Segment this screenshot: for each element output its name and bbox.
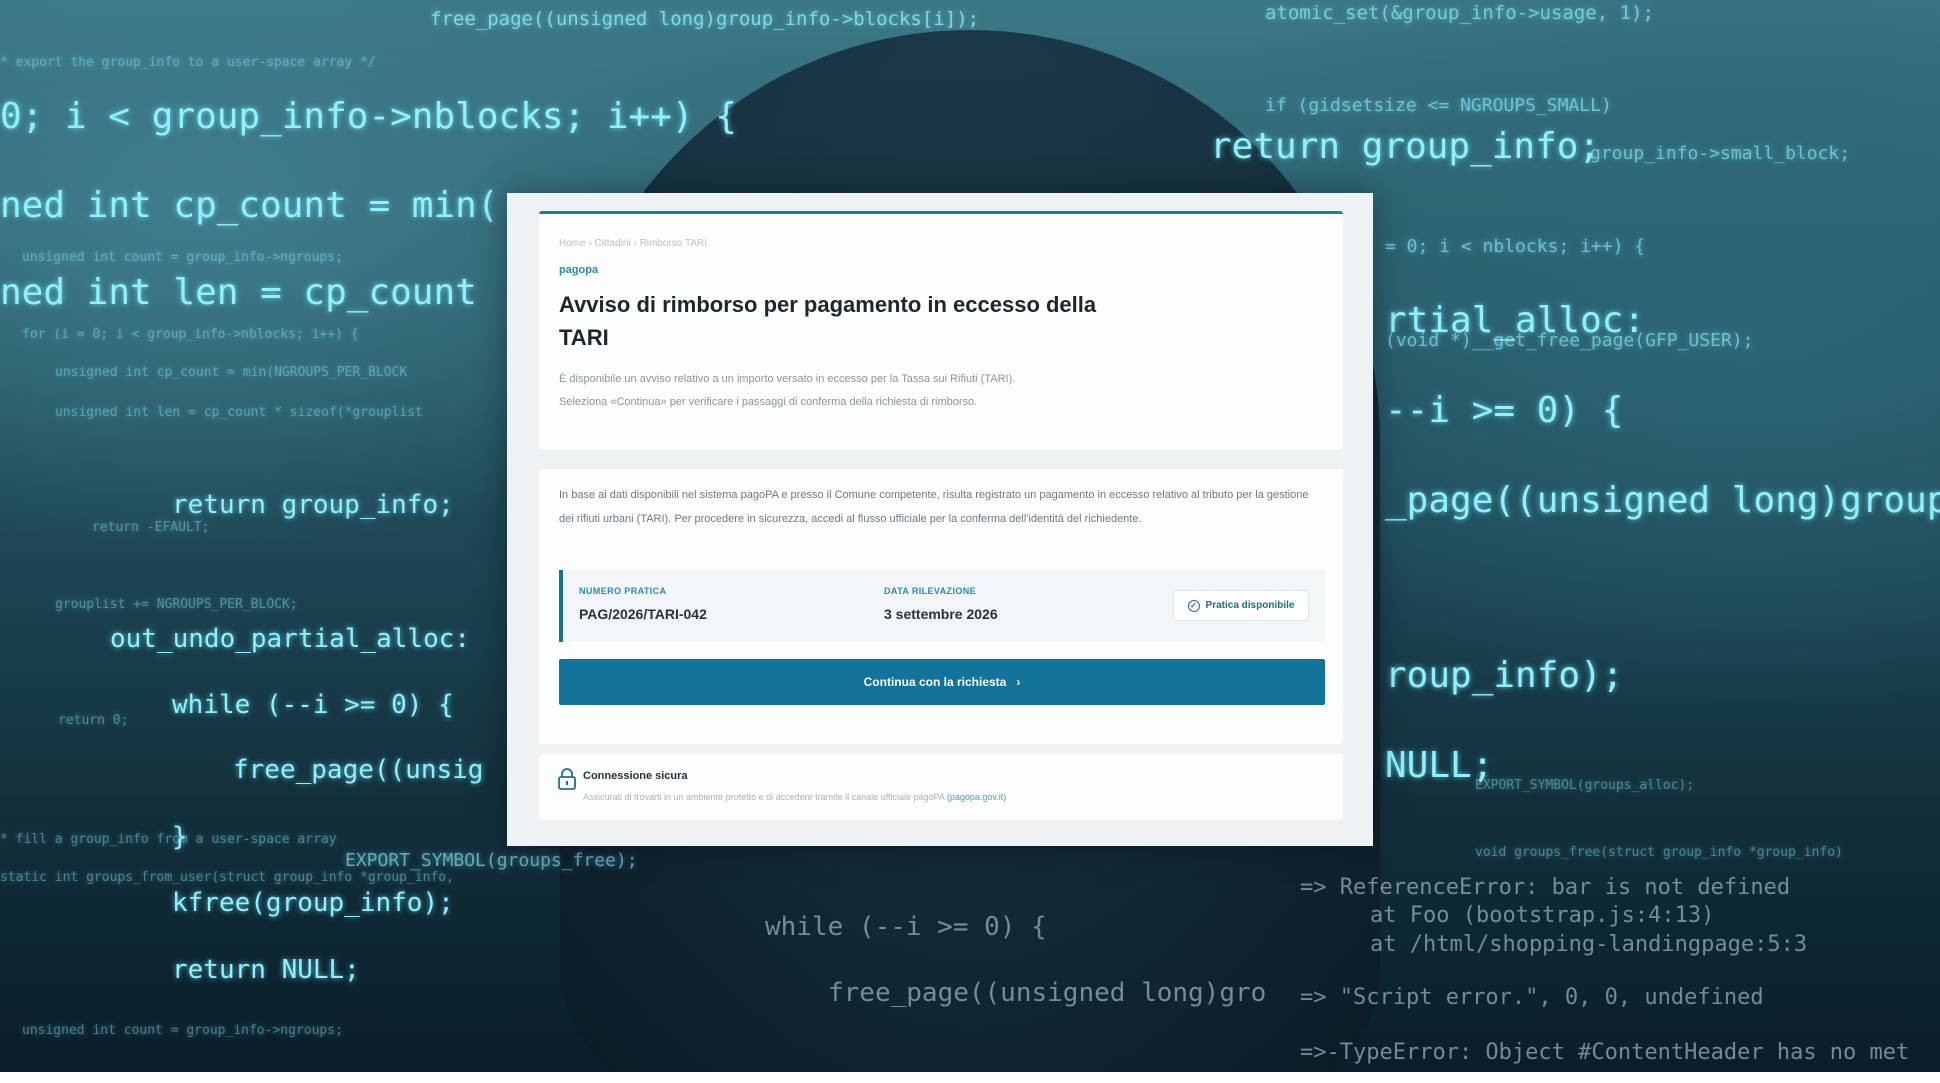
- intro-text: È disponibile un avviso relativo a un im…: [559, 373, 1016, 408]
- continue-button-label: Continua con la richiesta: [863, 675, 1007, 689]
- practice-number-label: NUMERO PRATICA: [579, 586, 667, 596]
- practice-info-box: NUMERO PRATICA PAG/2026/TARI-042 DATA RI…: [559, 570, 1325, 642]
- secure-connection-text: Assicurati di trovarti in un ambiente pr…: [583, 792, 1006, 802]
- page-title: Avviso di rimborso per pagamento in ecce…: [559, 292, 1097, 350]
- code-line: return NULL;: [172, 955, 360, 985]
- code-line: * export the group_info to a user-space …: [0, 55, 376, 70]
- detection-date-label: DATA RILEVAZIONE: [884, 586, 977, 596]
- code-line: roup_info);: [1385, 655, 1624, 696]
- code-line: void groups_free(struct group_info *grou…: [1475, 845, 1843, 860]
- practice-number: PAG/2026/TARI-042: [579, 606, 707, 622]
- code-line: 0; i < group_info->nblocks; i++) {: [0, 96, 737, 137]
- code-line: ned int cp_count = min(: [0, 185, 499, 226]
- code-line: ned int len = cp_count: [0, 272, 477, 313]
- detection-date: 3 settembre 2026: [884, 606, 998, 622]
- code-line: while (--i >= 0) {: [765, 912, 1047, 942]
- code-line: grouplist += NGROUPS_PER_BLOCK;: [55, 597, 298, 612]
- code-line: --i >= 0) {: [1385, 390, 1624, 431]
- lock-icon: [558, 768, 576, 790]
- body-text: In base ai dati disponibili nel sistema …: [559, 489, 1309, 525]
- code-line: (void *)__get_free_page(GFP_USER);: [1385, 330, 1754, 351]
- code-line: return -EFAULT;: [92, 520, 210, 535]
- code-line: at /html/shopping-landingpage:5:3: [1370, 932, 1808, 957]
- breadcrumb[interactable]: Home › Cittadini › Rimborso TARI: [559, 238, 707, 249]
- code-line: at Foo (bootstrap.js:4:13): [1370, 903, 1715, 928]
- continue-button[interactable]: Continua con la richiesta ›: [559, 659, 1325, 705]
- pagopa-brand: pagopa: [559, 264, 599, 276]
- code-line: => "Script error.", 0, 0, undefined: [1300, 985, 1764, 1010]
- code-line: atomic_set(&group_info->usage, 1);: [1265, 2, 1654, 24]
- chevron-right-icon: ›: [1016, 675, 1021, 689]
- code-line: * fill a group_info from a user-space ar…: [0, 832, 337, 847]
- code-line: free_page((unsigned long)gro: [828, 978, 1267, 1008]
- details-panel: In base ai dati disponibili nel sistema …: [539, 469, 1343, 744]
- code-line: unsigned int cp_count = min(NGROUPS_PER_…: [55, 365, 408, 380]
- code-line: for (i = 0; i < group_info->nblocks; i++…: [22, 327, 359, 342]
- code-line: return 0;: [58, 713, 129, 728]
- code-line: EXPORT_SYMBOL(groups_alloc);: [1475, 778, 1695, 793]
- code-line: free_page((unsigned long)group_info->blo…: [430, 8, 980, 30]
- status-badge: ✓ Pratica disponibile: [1173, 590, 1309, 621]
- secure-connection-description: Assicurati di trovarti in un ambiente pr…: [583, 792, 945, 802]
- code-line: while (--i >= 0) {: [172, 690, 454, 720]
- pagopa-link[interactable]: (pagopa.gov.it): [947, 792, 1006, 802]
- code-line: static int groups_from_user(struct group…: [0, 870, 454, 885]
- code-line: EXPORT_SYMBOL(groups_free);: [345, 850, 638, 871]
- code-line: _page((unsigned long)group: [1385, 480, 1940, 521]
- header-panel: Home › Cittadini › Rimborso TARI pagopa …: [539, 211, 1343, 450]
- code-line: kfree(group_info);: [172, 888, 454, 918]
- code-line: unsigned int len = cp_count * sizeof(*gr…: [55, 405, 423, 420]
- secure-connection-title: Connessione sicura: [583, 770, 688, 782]
- secure-connection-panel: Connessione sicura Assicurati di trovart…: [539, 754, 1343, 820]
- code-line: group_info->small_block;: [1590, 143, 1851, 164]
- code-line: if (gidsetsize <= NGROUPS_SMALL): [1265, 95, 1612, 116]
- code-line: => ReferenceError: bar is not defined: [1300, 875, 1791, 900]
- refund-notice-dialog: Home › Cittadini › Rimborso TARI pagopa …: [507, 193, 1373, 846]
- code-line: out_undo_partial_alloc:: [110, 624, 471, 654]
- code-line: = 0; i < nblocks; i++) {: [1385, 236, 1646, 257]
- code-line: =>-TypeError: Object #ContentHeader has …: [1300, 1040, 1910, 1065]
- code-line: return group_info;: [1210, 126, 1601, 167]
- code-line: return group_info;: [172, 490, 454, 520]
- code-line: unsigned int count = group_info->ngroups…: [22, 1023, 343, 1038]
- code-line: unsigned int count = group_info->ngroups…: [22, 250, 343, 265]
- check-circle-icon: ✓: [1187, 599, 1200, 612]
- code-line: free_page((unsig: [233, 755, 484, 785]
- status-badge-label: Pratica disponibile: [1205, 600, 1295, 611]
